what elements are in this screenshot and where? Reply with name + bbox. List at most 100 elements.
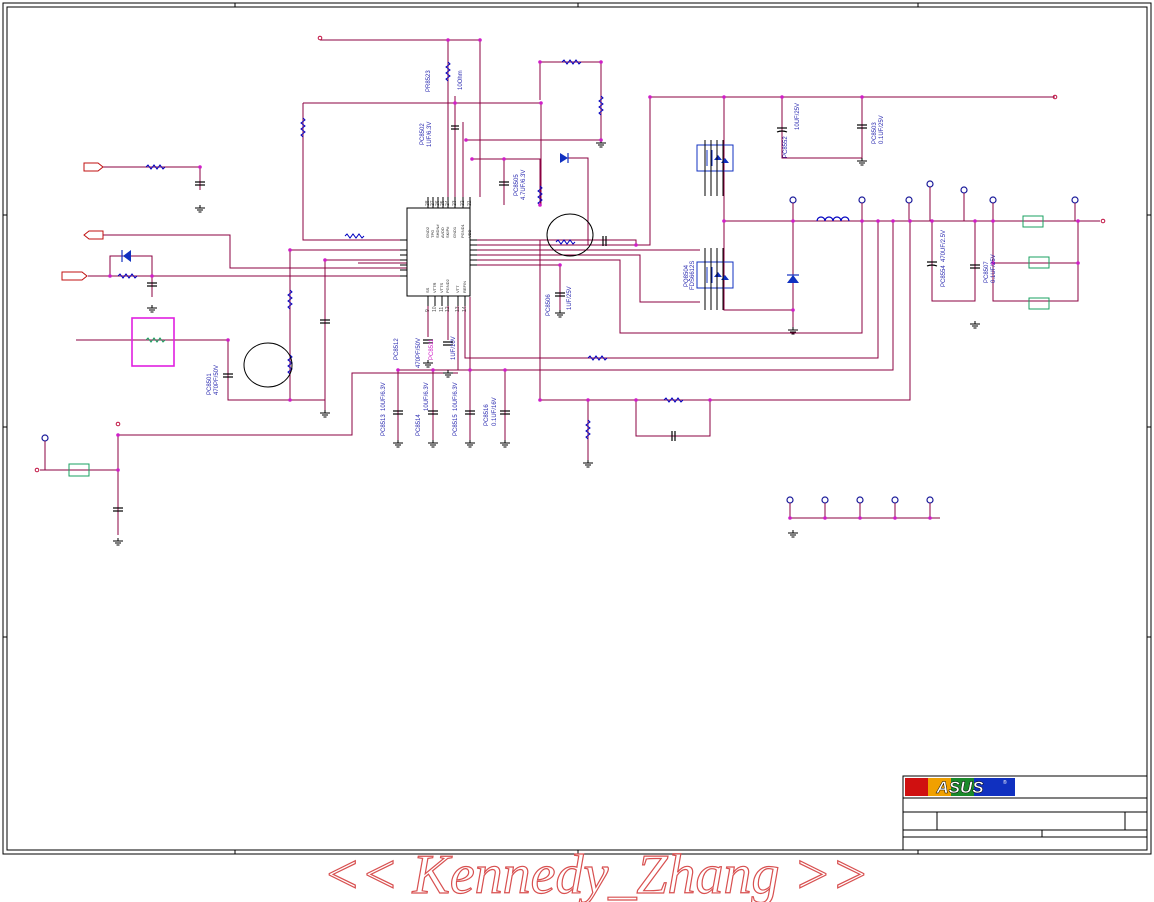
ic-pin-label: REFIN [462, 281, 467, 293]
ic-pin-number: 10 [432, 306, 438, 312]
label-pc8512: PC8512 [394, 338, 400, 360]
label-pc8505-val: 4.7UF/6.3V [521, 170, 527, 200]
resistor-r3 [344, 233, 365, 239]
ground-icon [147, 305, 157, 313]
pwm-controller-ic: GND228TPG27SHDN#26AVDD25SKIP#24GND123PGN… [400, 197, 477, 312]
resistor-r13 [555, 239, 576, 245]
label-pc8552-val: 10UF/25V [795, 103, 801, 130]
junction-dot [780, 95, 784, 99]
junction-dot [876, 219, 880, 223]
ic-pin-label: VTT [455, 285, 460, 293]
label-pr8523-val: 10Ohm [458, 70, 464, 90]
junction-dot [226, 338, 230, 342]
label-pc8507-val: 0.1UF/25V [991, 254, 997, 283]
ground-icon [428, 440, 438, 448]
label-pr8523: PR8523 [426, 70, 432, 92]
ground-icon [500, 440, 510, 448]
thermistor-highlight [131, 317, 175, 367]
ic-pin-label: VDD [467, 229, 472, 238]
mosfet-low-side-pq8504 [696, 248, 734, 310]
junction-dot [288, 398, 292, 402]
label-pc8506-val: 1UF/25V [567, 286, 573, 310]
label-pc8513: PC8513 [381, 414, 387, 436]
junction-dot [453, 101, 457, 105]
label-pc8514: PC8514 [416, 414, 422, 436]
ground-icon [583, 460, 593, 468]
junction-dot [108, 274, 112, 278]
label-pc8516: PC8516 [484, 404, 490, 426]
junction-dot [791, 308, 795, 312]
ic-pin-label: PGND2 [445, 278, 450, 293]
junction-dot [722, 95, 726, 99]
ic-pin-label: SS [425, 287, 430, 293]
mosfet-high-side [696, 140, 734, 196]
label-pc8554: PC8554 [941, 265, 947, 287]
port-flags [61, 162, 104, 281]
ground-icon [788, 530, 798, 538]
capacitors [113, 124, 980, 512]
ic-pin-number: 23 [452, 200, 458, 206]
ic-pin-number: 13 [455, 306, 461, 312]
label-pc8501: PC8501 [207, 373, 213, 395]
ic-pin-label: VTTR [432, 282, 437, 293]
junction-dot [648, 95, 652, 99]
label-pc8506: PC8506 [546, 294, 552, 316]
ic-pin-number: 12 [445, 306, 451, 312]
junction-dot [468, 368, 472, 372]
sheet-frame [2, 2, 1152, 855]
ic-pin-label: GND1 [452, 226, 457, 238]
ground-icon [857, 158, 867, 166]
ground-icon [970, 321, 980, 329]
junction-dot [586, 398, 590, 402]
junction-dot [860, 95, 864, 99]
schematic-sheet: ASUS ® GND228TPG27SHDN#26AVDD25SKIP#24GN… [2, 2, 1152, 902]
port-in2 [61, 271, 88, 281]
junction-dot [930, 219, 934, 223]
watermark: << Kennedy_Zhang >> [323, 844, 869, 902]
junction-dot [539, 101, 543, 105]
ic-pin-number: 22 [460, 200, 466, 206]
junction-dot [634, 398, 638, 402]
ic-pin-number: 21 [467, 200, 473, 206]
port-out1 [83, 230, 104, 240]
junction-dot [1076, 219, 1080, 223]
asus-logo-text: ASUS [935, 778, 984, 797]
label-pc8511: PC8511 [429, 338, 435, 360]
junction-dot [893, 516, 897, 520]
junction-dot [599, 138, 603, 142]
junction-dot [470, 157, 474, 161]
junction-dot [288, 248, 292, 252]
diode-bootstrap [560, 153, 569, 163]
label-pc8511-val: 1UF/10V [451, 336, 457, 360]
junction-dot [198, 165, 202, 169]
junction-dot [788, 516, 792, 520]
label-pc8513-val: 10UF/6.3V [381, 382, 387, 411]
junction-dot [431, 368, 435, 372]
junction-dot [538, 203, 542, 207]
junction-dot [558, 263, 562, 267]
ground-symbols [113, 140, 980, 546]
label-pc8507: PC8507 [984, 261, 990, 283]
label-pc8503: PC8503 [872, 122, 878, 144]
junction-dot [478, 38, 482, 42]
label-pc8515: PC8515 [453, 414, 459, 436]
ground-icon [195, 205, 205, 213]
junction-dot [634, 243, 638, 247]
junction-dot [1076, 261, 1080, 265]
ic-pin-label: PGND1 [460, 223, 465, 238]
ground-icon [423, 360, 433, 368]
diode-schottky [787, 274, 799, 283]
label-pc8512-val: 470PF/50V [416, 338, 422, 368]
ferrite-out3 [1028, 297, 1050, 310]
ic-pin-label: SKIP# [445, 226, 450, 238]
port-in1 [83, 162, 104, 172]
ground-icon [320, 410, 330, 418]
label-pc8505: PC8505 [514, 174, 520, 196]
ic-pin-number: 24 [445, 200, 451, 206]
svg-text:®: ® [1003, 779, 1007, 786]
junction-dot [116, 468, 120, 472]
ic-pin-number: 14 [462, 306, 468, 312]
ic-pin-label: VTTS [439, 282, 444, 293]
ground-icon [443, 370, 453, 378]
junction-dot [150, 274, 154, 278]
